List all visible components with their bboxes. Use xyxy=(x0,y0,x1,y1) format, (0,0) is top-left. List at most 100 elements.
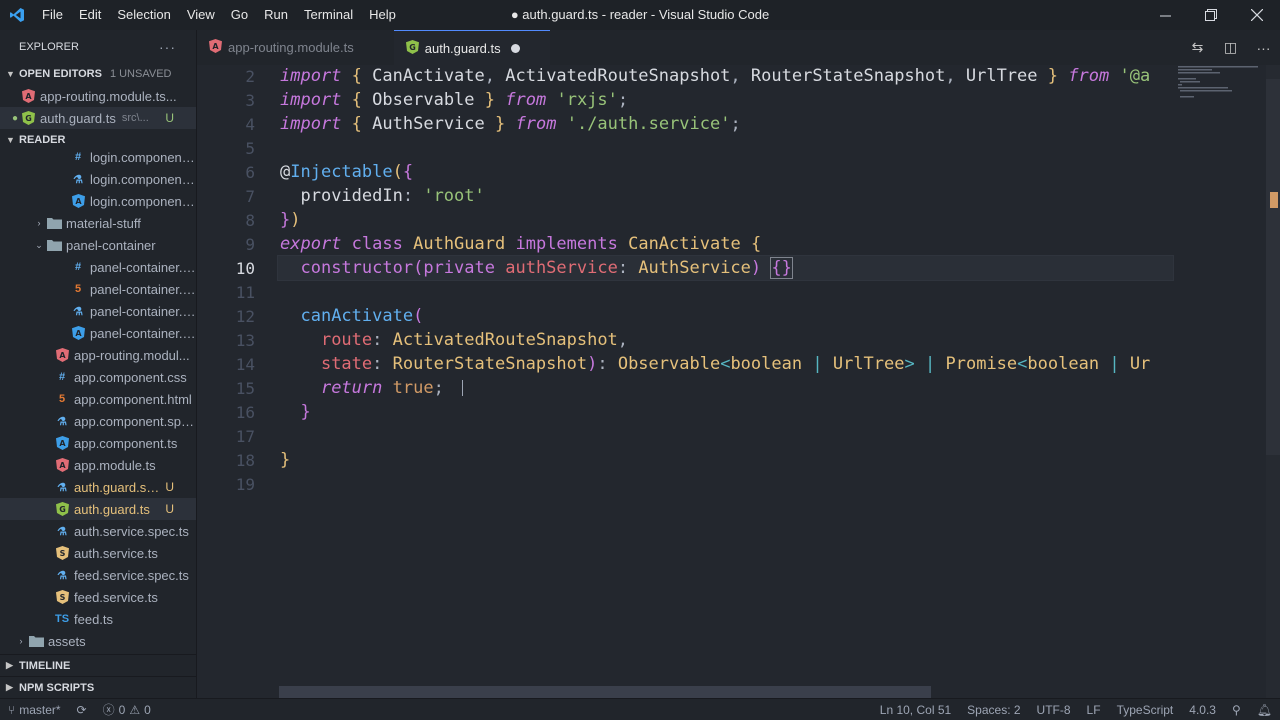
file-item[interactable]: # app.component.css xyxy=(0,366,196,388)
file-item[interactable]: TS feed.ts xyxy=(0,608,196,630)
file-item[interactable]: 5 panel-container.co... xyxy=(0,278,196,300)
menu-edit[interactable]: Edit xyxy=(71,0,109,30)
code-line-12: canActivate( xyxy=(300,306,424,326)
restore-icon[interactable] xyxy=(1188,0,1234,30)
angular-icon: A xyxy=(209,39,222,56)
close-icon[interactable] xyxy=(1234,0,1280,30)
open-editor-item[interactable]: ● Gauth.guard.ts src\... U xyxy=(0,107,196,129)
live-share-icon[interactable]: ⚲ xyxy=(1224,703,1249,717)
encoding[interactable]: UTF-8 xyxy=(1029,703,1079,717)
file-label: auth.service.ts xyxy=(74,545,158,561)
menu-file[interactable]: File xyxy=(34,0,71,30)
minimize-icon[interactable] xyxy=(1142,0,1188,30)
chevron-right-icon: ▶ xyxy=(6,660,13,670)
file-item[interactable]: ⚗ login.component.s... xyxy=(0,168,196,190)
svg-text:A: A xyxy=(25,92,32,101)
code-line-8: }) xyxy=(280,210,301,230)
code-line-2: import { CanActivate, ActivatedRouteSnap… xyxy=(280,66,1151,86)
minimap[interactable] xyxy=(1178,65,1268,105)
line-number[interactable]: 19 xyxy=(197,475,255,494)
tab-app-routing-module-ts[interactable]: Aapp-routing.module.ts xyxy=(197,30,394,65)
menu-help[interactable]: Help xyxy=(361,0,404,30)
code-line-7: providedIn: 'root' xyxy=(300,186,485,206)
folder-item[interactable]: › material-stuff xyxy=(0,212,196,234)
indentation[interactable]: Spaces: 2 xyxy=(959,703,1028,717)
end-of-line[interactable]: LF xyxy=(1079,703,1109,717)
file-item[interactable]: Aapp.module.ts xyxy=(0,454,196,476)
vscode-logo-icon xyxy=(0,0,34,30)
file-item[interactable]: Alogin.component.ts xyxy=(0,190,196,212)
typescript-version[interactable]: 4.0.3 xyxy=(1181,703,1224,717)
compare-changes-icon[interactable]: ⇆ xyxy=(1181,39,1214,56)
notifications-icon[interactable]: 🔔︎ xyxy=(1249,703,1280,717)
git-status-badge: U xyxy=(165,111,174,125)
file-item[interactable]: ⚗ app.component.spe... xyxy=(0,410,196,432)
scrollbar-thumb[interactable] xyxy=(1266,79,1280,455)
code-line-13: route: ActivatedRouteSnapshot, xyxy=(320,330,629,350)
file-item[interactable]: Sauth.service.ts xyxy=(0,542,196,564)
folder-item[interactable]: › assets xyxy=(0,630,196,647)
svg-text:A: A xyxy=(59,351,66,360)
unsaved-dot-icon[interactable] xyxy=(510,43,520,53)
vertical-scrollbar[interactable] xyxy=(1266,65,1280,698)
timeline-section[interactable]: ▶ TIMELINE xyxy=(0,654,196,676)
file-item[interactable]: 5 app.component.html xyxy=(0,388,196,410)
file-item[interactable]: Apanel-container.co... xyxy=(0,322,196,344)
menu-selection[interactable]: Selection xyxy=(109,0,178,30)
folder-item[interactable]: ⌄ panel-container xyxy=(0,234,196,256)
svg-text:A: A xyxy=(75,329,82,338)
file-item[interactable]: ⚗ auth.service.spec.ts xyxy=(0,520,196,542)
svg-text:A: A xyxy=(59,461,66,470)
menu-terminal[interactable]: Terminal xyxy=(296,0,361,30)
more-actions-icon[interactable]: ··· xyxy=(159,39,176,55)
menu-go[interactable]: Go xyxy=(223,0,256,30)
menu-run[interactable]: Run xyxy=(256,0,296,30)
angular-icon: A xyxy=(20,88,36,104)
chevron-right-icon: › xyxy=(19,636,23,646)
problems-indicator[interactable]: ⓧ 0 ⚠ 0 xyxy=(95,701,159,718)
line-number-row: 17 xyxy=(197,424,1177,448)
file-item[interactable]: Aapp.component.ts xyxy=(0,432,196,454)
file-item[interactable]: # panel-container.co... xyxy=(0,256,196,278)
angular-ts-icon: A xyxy=(70,193,86,209)
file-item[interactable]: ⚗ feed.service.spec.ts xyxy=(0,564,196,586)
chevron-down-icon: ▼ xyxy=(6,69,15,79)
file-item[interactable]: # login.component.... xyxy=(0,151,196,168)
folder-icon xyxy=(46,237,62,253)
explorer-sidebar: EXPLORER ··· ▼ OPEN EDITORS 1 UNSAVED Aa… xyxy=(0,30,197,698)
code-line-10: constructor(private authService: AuthSer… xyxy=(300,257,793,279)
chevron-down-icon: ⌄ xyxy=(35,239,43,250)
open-editors-section[interactable]: ▼ OPEN EDITORS 1 UNSAVED xyxy=(0,63,196,85)
svg-text:S: S xyxy=(59,593,65,602)
file-label: auth.guard.ts xyxy=(74,501,150,517)
angular-icon: A xyxy=(54,347,70,363)
file-label: panel-container xyxy=(66,237,156,253)
more-actions-icon[interactable]: ··· xyxy=(1247,40,1280,56)
sync-icon[interactable]: ⟳ xyxy=(69,703,95,717)
npm-scripts-section[interactable]: ▶ NPM SCRIPTS xyxy=(0,676,196,698)
file-label: app.module.ts xyxy=(74,457,156,473)
code-editor[interactable]: 2 3 4 5 6 7 8 9 10 11 12 13 14 15 16 17 18 19 import { Ca… xyxy=(197,65,1280,698)
language-mode[interactable]: TypeScript xyxy=(1109,703,1182,717)
tab-auth-guard-ts[interactable]: Gauth.guard.ts xyxy=(393,30,550,65)
line-number[interactable]: 17 xyxy=(197,427,255,446)
warning-count: 0 xyxy=(144,702,151,717)
line-number-row: 5 xyxy=(197,136,1177,160)
open-editor-item[interactable]: Aapp-routing.module.ts... xyxy=(0,85,196,107)
file-label: feed.service.ts xyxy=(74,589,158,605)
split-editor-icon[interactable]: ◫ xyxy=(1214,39,1247,56)
file-item[interactable]: Sfeed.service.ts xyxy=(0,586,196,608)
reader-section[interactable]: ▼ READER xyxy=(0,129,196,151)
file-item[interactable]: Gauth.guard.ts U xyxy=(0,498,196,520)
file-label: login.component.s... xyxy=(90,171,196,187)
file-item[interactable]: ⚗ auth.guard.spe... U xyxy=(0,476,196,498)
horizontal-scrollbar[interactable] xyxy=(279,686,931,698)
line-number[interactable]: 5 xyxy=(197,139,255,158)
line-number[interactable]: 11 xyxy=(197,283,255,302)
file-item[interactable]: ⚗ panel-container.co... xyxy=(0,300,196,322)
cursor-position[interactable]: Ln 10, Col 51 xyxy=(872,703,959,717)
file-item[interactable]: Aapp-routing.modul... xyxy=(0,344,196,366)
menu-view[interactable]: View xyxy=(179,0,223,30)
branch-indicator[interactable]: ⑂ master* xyxy=(0,703,69,717)
error-icon: ⓧ xyxy=(102,703,115,717)
